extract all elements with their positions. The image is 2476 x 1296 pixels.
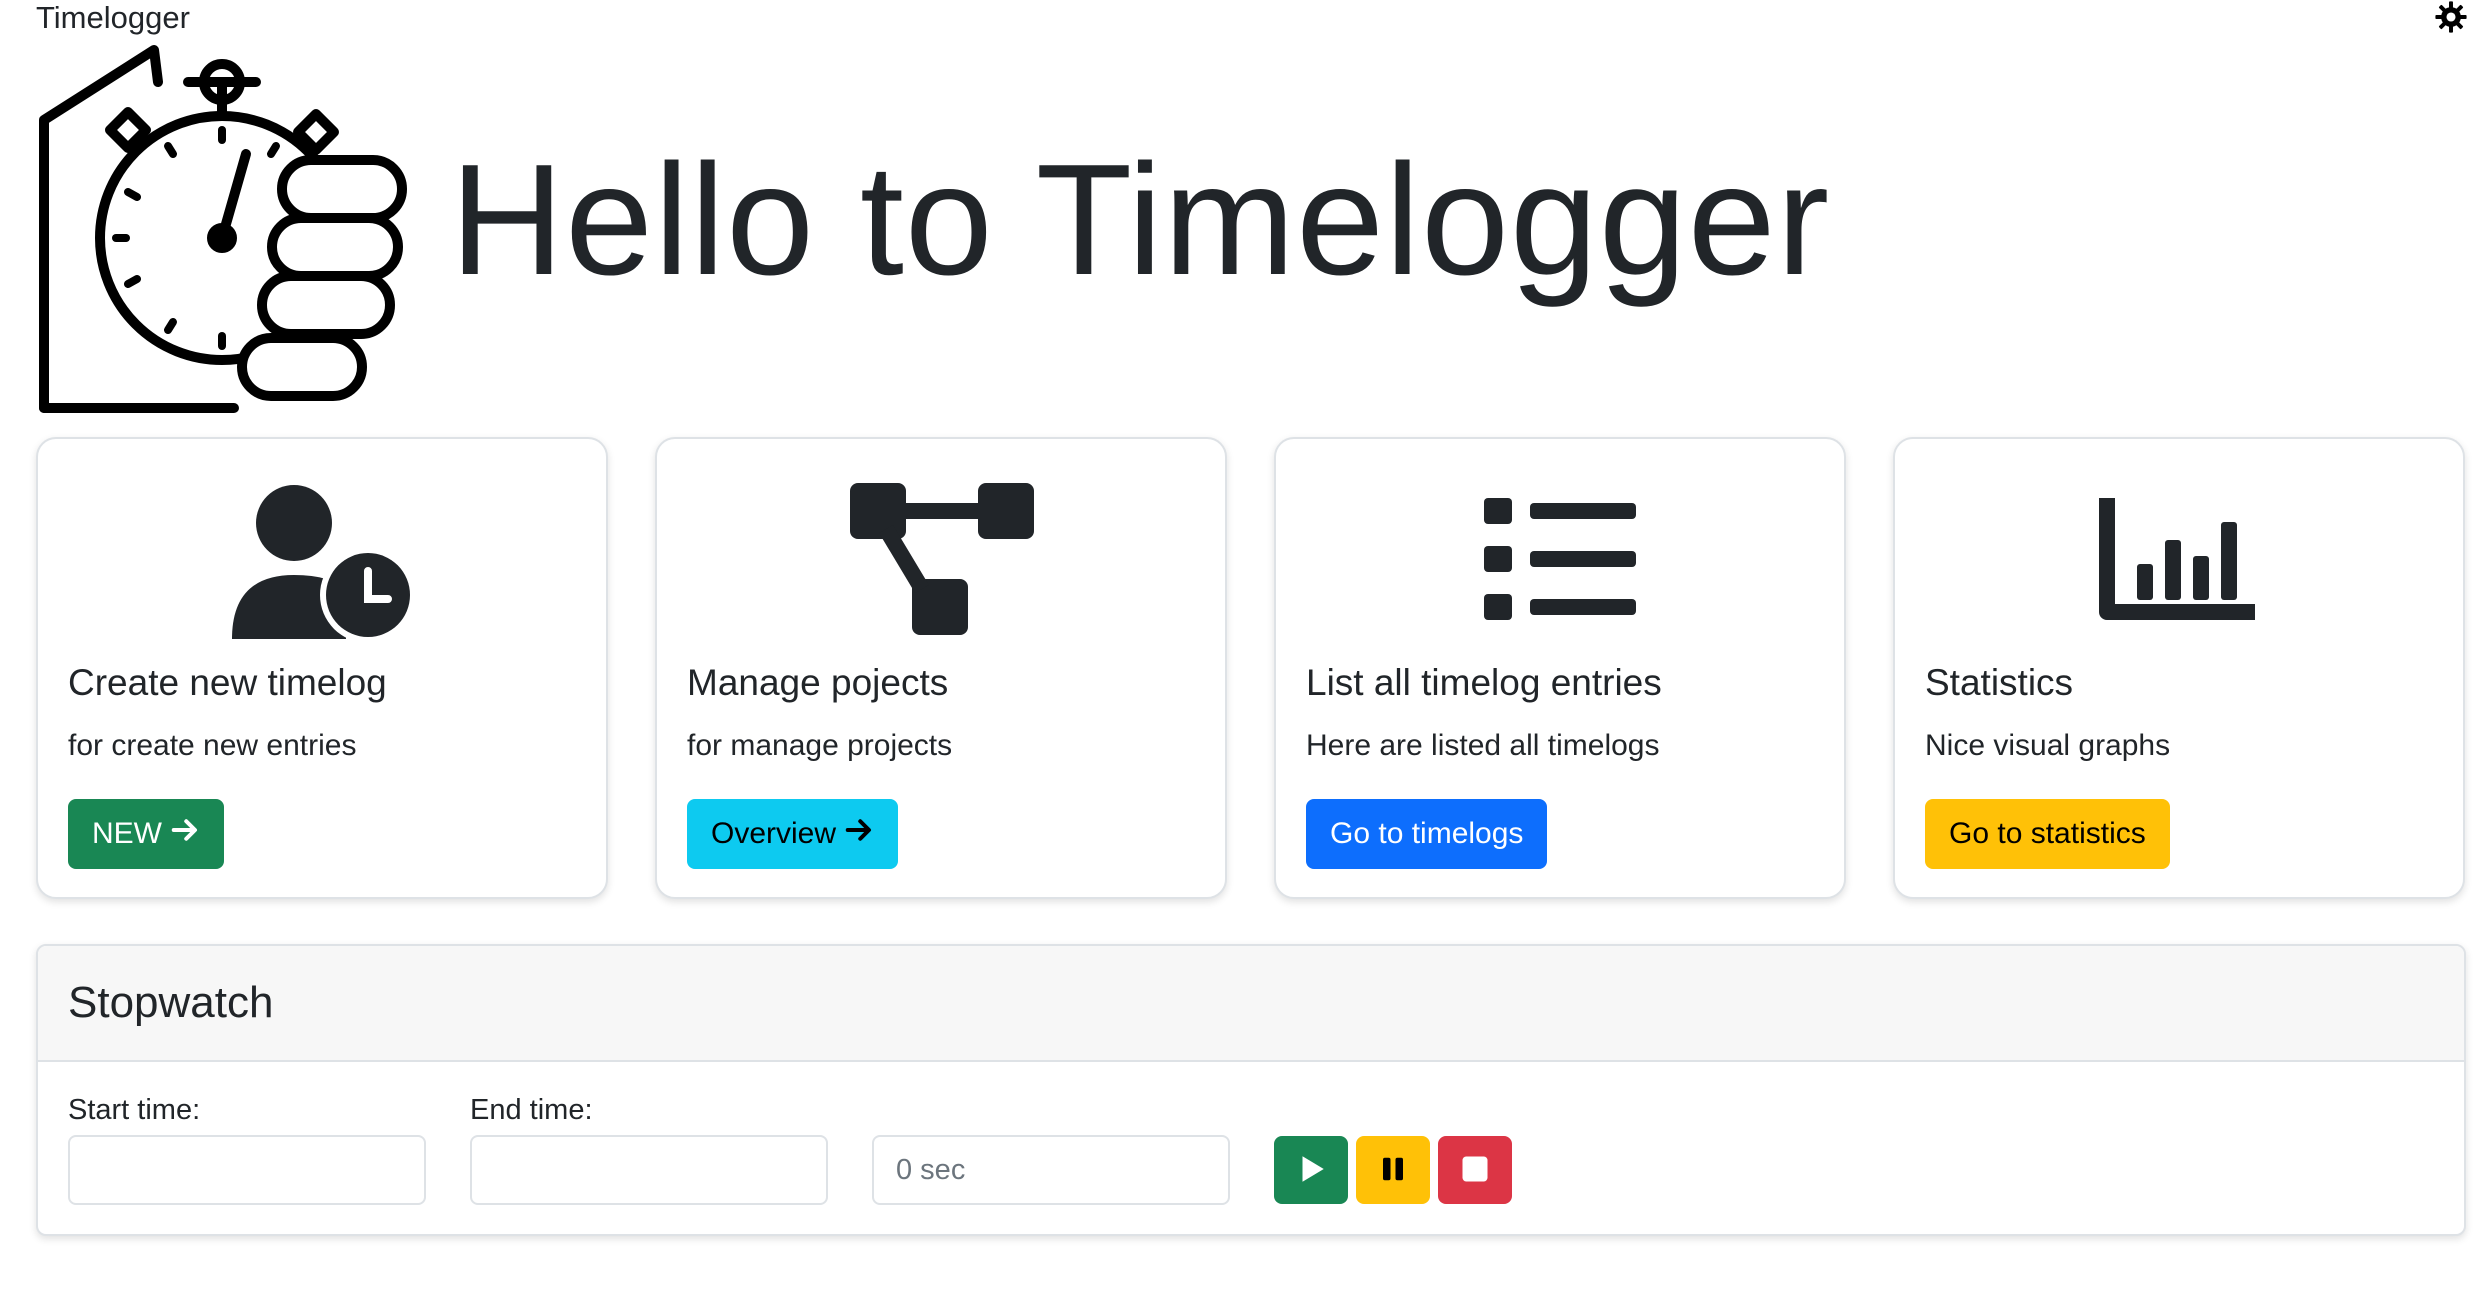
elapsed-time-field (872, 1135, 1230, 1205)
start-time-input[interactable] (68, 1135, 426, 1205)
card-title: List all timelog entries (1306, 662, 1662, 703)
hero-heading: Hello to Timelogger (450, 132, 1831, 308)
play-button[interactable] (1274, 1136, 1348, 1204)
button-label: Go to statistics (1949, 817, 2146, 850)
stopwatch-title: Stopwatch (68, 978, 274, 1027)
card-subtitle: Nice visual graphs (1925, 729, 2171, 762)
stopwatch-card: Stopwatch Start time: End time: (36, 944, 2466, 1236)
gear-icon[interactable] (2434, 0, 2468, 34)
end-time-label: End time: (470, 1094, 593, 1126)
pause-icon (1378, 1154, 1408, 1187)
card-title: Statistics (1925, 662, 2074, 703)
list-icon (1276, 479, 1844, 639)
button-label: NEW (92, 817, 162, 850)
card-subtitle: for manage projects (687, 729, 953, 762)
go-to-statistics-button[interactable]: Go to statistics (1925, 799, 2170, 869)
start-time-label: Start time: (68, 1094, 201, 1126)
card-title: Create new timelog (68, 662, 387, 703)
button-label: Go to timelogs (1330, 817, 1524, 850)
go-to-timelogs-button[interactable]: Go to timelogs (1306, 799, 1548, 869)
new-timelog-button[interactable]: NEW (68, 799, 224, 869)
app-title: Timelogger (36, 0, 190, 35)
arrow-right-icon (844, 815, 874, 853)
card-create-timelog: Create new timelog for create new entrie… (36, 437, 608, 899)
card-statistics: Statistics Nice visual graphs Go to stat… (1893, 437, 2465, 899)
button-label: Overview (711, 817, 837, 850)
overview-button[interactable]: Overview (687, 799, 899, 869)
end-time-input[interactable] (470, 1135, 828, 1205)
bar-chart-icon (1895, 479, 2463, 639)
arrow-right-icon (170, 815, 200, 853)
sitemap-icon (657, 479, 1225, 639)
stopwatch-header: Stopwatch (38, 946, 2464, 1062)
card-list-timelogs: List all timelog entries Here are listed… (1274, 437, 1846, 899)
pause-button[interactable] (1356, 1136, 1430, 1204)
stop-button[interactable] (1438, 1136, 1512, 1204)
user-clock-icon (38, 479, 606, 639)
stopwatch-hand-logo-icon (36, 42, 416, 414)
play-icon (1294, 1152, 1328, 1189)
card-subtitle: for create new entries (68, 729, 357, 762)
card-title: Manage pojects (687, 662, 949, 703)
card-subtitle: Here are listed all timelogs (1306, 729, 1660, 762)
card-manage-projects: Manage pojects for manage projects Overv… (655, 437, 1227, 899)
stop-icon (1460, 1154, 1490, 1187)
